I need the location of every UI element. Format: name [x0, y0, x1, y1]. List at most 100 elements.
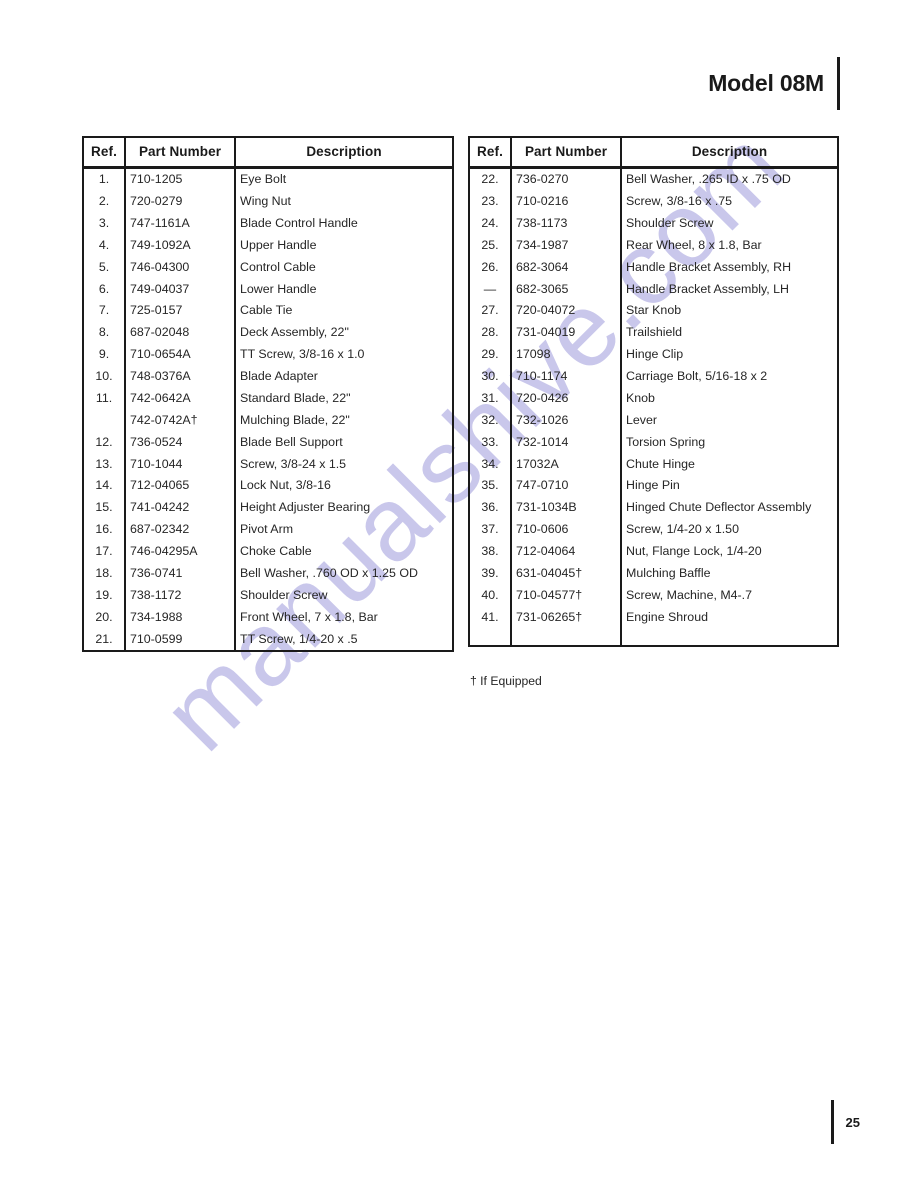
table-row: 33. 732-1014 Torsion Spring [469, 431, 838, 454]
table-row: 27. 720-04072 Star Knob [469, 300, 838, 323]
cell-description: Blade Bell Support [240, 434, 343, 449]
cell-ref: 3. [83, 212, 126, 235]
table-header-row: Ref. Part Number Description [469, 137, 838, 169]
cell-ref: 1. [83, 167, 126, 191]
table-row: 17. 746-04295A Choke Cable [83, 540, 453, 563]
cell-ref: 4. [83, 234, 126, 257]
table-row: 38. 712-04064 Nut, Flange Lock, 1/4-20 [469, 540, 838, 563]
cell-part-number: 720-0279 [125, 190, 236, 213]
table-header-left: Ref. Part Number Description [83, 137, 453, 169]
cell-part-number: 746-04295A [125, 540, 236, 563]
column-header-ref: Ref. [469, 137, 512, 169]
cell-part-number: 731-06265† [511, 606, 622, 629]
table-row: 34. 17032A Chute Hinge [469, 453, 838, 476]
cell-description: Shoulder Screw [240, 587, 328, 602]
cell-description: Bell Washer, .760 OD x 1.25 OD [240, 565, 418, 580]
cell-part-number: 732-1026 [511, 409, 622, 432]
table-row: 37. 710-0606 Screw, 1/4-20 x 1.50 [469, 519, 838, 541]
cell-part-number: 710-0216 [511, 190, 622, 213]
cell-description: Upper Handle [240, 237, 317, 252]
page-number: 25 [845, 1114, 860, 1130]
cell-description: Pivot Arm [240, 522, 294, 537]
cell-part-number: 710-0606 [511, 519, 622, 541]
table-header-right: Ref. Part Number Description [469, 137, 838, 169]
cell-part-number: 736-0524 [125, 431, 236, 454]
parts-table-left-wrap: Ref. Part Number Description 1. 710-1205 E… [82, 136, 454, 653]
cell-description: Trailshield [626, 325, 683, 340]
table-header-row: Ref. Part Number Description [83, 137, 453, 169]
cell-description: Blade Control Handle [240, 215, 358, 230]
cell-part-number: 720-0426 [511, 387, 622, 410]
cell-ref: 24. [469, 212, 512, 235]
cell-ref: 27. [469, 300, 512, 323]
cell-part-number: 687-02342 [125, 519, 236, 541]
cell-description: Blade Adapter [240, 369, 318, 384]
cell-ref [83, 409, 126, 432]
cell-part-number: 734-1987 [511, 234, 622, 257]
page-footer: 25 [830, 1100, 860, 1144]
cell-description: Shoulder Screw [626, 215, 714, 230]
cell-part-number: 712-04064 [511, 540, 622, 563]
cell-part-number: 687-02048 [125, 322, 236, 344]
cell-ref: 16. [83, 519, 126, 541]
parts-table-right-wrap: Ref. Part Number Description 22. 736-0270… [468, 136, 839, 647]
table-row: 16. 687-02342 Pivot Arm [83, 519, 453, 541]
cell-ref: 22. [469, 167, 512, 191]
cell-part-number: 731-1034B [511, 497, 622, 519]
cell-part-number: 712-04065 [125, 475, 236, 498]
cell-description: Knob [626, 390, 655, 405]
table-row: 30. 710-1174 Carriage Bolt, 5/16-18 x 2 [469, 365, 838, 388]
table-row: 23. 710-0216 Screw, 3/8-16 x .75 [469, 190, 838, 213]
cell-ref: 34. [469, 453, 512, 476]
cell-description: Rear Wheel, 8 x 1.8, Bar [626, 237, 762, 252]
table-row: 25. 734-1987 Rear Wheel, 8 x 1.8, Bar [469, 234, 838, 257]
cell-part-number: 731-04019 [511, 322, 622, 344]
cell-description: Star Knob [626, 303, 682, 318]
table-row: 29. 17098 Hinge Clip [469, 344, 838, 366]
cell-description: Engine Shroud [626, 609, 708, 624]
cell-empty [469, 628, 512, 646]
cell-part-number: 710-04577† [511, 584, 622, 607]
cell-description: Standard Blade, 22" [240, 390, 351, 405]
cell-ref: 17. [83, 540, 126, 563]
cell-description: Torsion Spring [626, 434, 706, 449]
table-row: 10. 748-0376A Blade Adapter [83, 365, 453, 388]
table-row: 26. 682-3064 Handle Bracket Assembly, RH [469, 256, 838, 279]
table-row: 41. 731-06265† Engine Shroud [469, 606, 838, 629]
model-title: Model 08M [708, 69, 824, 96]
cell-ref: 29. [469, 344, 512, 366]
cell-part-number: 710-1174 [511, 365, 622, 388]
cell-part-number: 749-1092A [125, 234, 236, 257]
cell-ref: 5. [83, 256, 126, 279]
cell-ref: 32. [469, 409, 512, 432]
cell-description: Front Wheel, 7 x 1.8, Bar [240, 609, 378, 624]
cell-description: Handle Bracket Assembly, RH [626, 259, 792, 274]
column-header-part: Part Number [125, 137, 236, 169]
cell-ref: 38. [469, 540, 512, 563]
cell-description: Screw, 3/8-24 x 1.5 [240, 456, 347, 471]
table-row: 4. 749-1092A Upper Handle [83, 234, 453, 257]
cell-description: Screw, Machine, M4-.7 [626, 587, 753, 602]
cell-part-number: 725-0157 [125, 300, 236, 323]
table-row: 3. 747-1161A Blade Control Handle [83, 212, 453, 235]
cell-part-number: 17098 [511, 344, 622, 366]
cell-description: Nut, Flange Lock, 1/4-20 [626, 544, 762, 559]
cell-ref: 26. [469, 256, 512, 279]
cell-part-number: 682-3064 [511, 256, 622, 279]
table-row: 7. 725-0157 Cable Tie [83, 300, 453, 323]
parts-table-right: Ref. Part Number Description 22. 736-0270… [468, 136, 839, 647]
cell-description: Lock Nut, 3/8-16 [240, 478, 331, 493]
cell-description: TT Screw, 3/8-16 x 1.0 [240, 347, 365, 362]
cell-part-number: 742-0642A [125, 387, 236, 410]
cell-description: Mulching Baffle [626, 565, 711, 580]
document-page: manualshive.com Model 08M Ref. Part Numb… [0, 0, 918, 1188]
table-row: 22. 736-0270 Bell Washer, .265 ID x .75 OD [469, 167, 838, 191]
cell-part-number: 682-3065 [511, 278, 622, 301]
table-row: 20. 734-1988 Front Wheel, 7 x 1.8, Bar [83, 606, 453, 629]
cell-part-number: 734-1988 [125, 606, 236, 629]
cell-ref: 9. [83, 344, 126, 366]
column-header-desc: Description [621, 137, 838, 169]
cell-ref: 31. [469, 387, 512, 410]
cell-description: Screw, 1/4-20 x 1.50 [626, 522, 739, 537]
cell-part-number: 747-1161A [125, 212, 236, 235]
